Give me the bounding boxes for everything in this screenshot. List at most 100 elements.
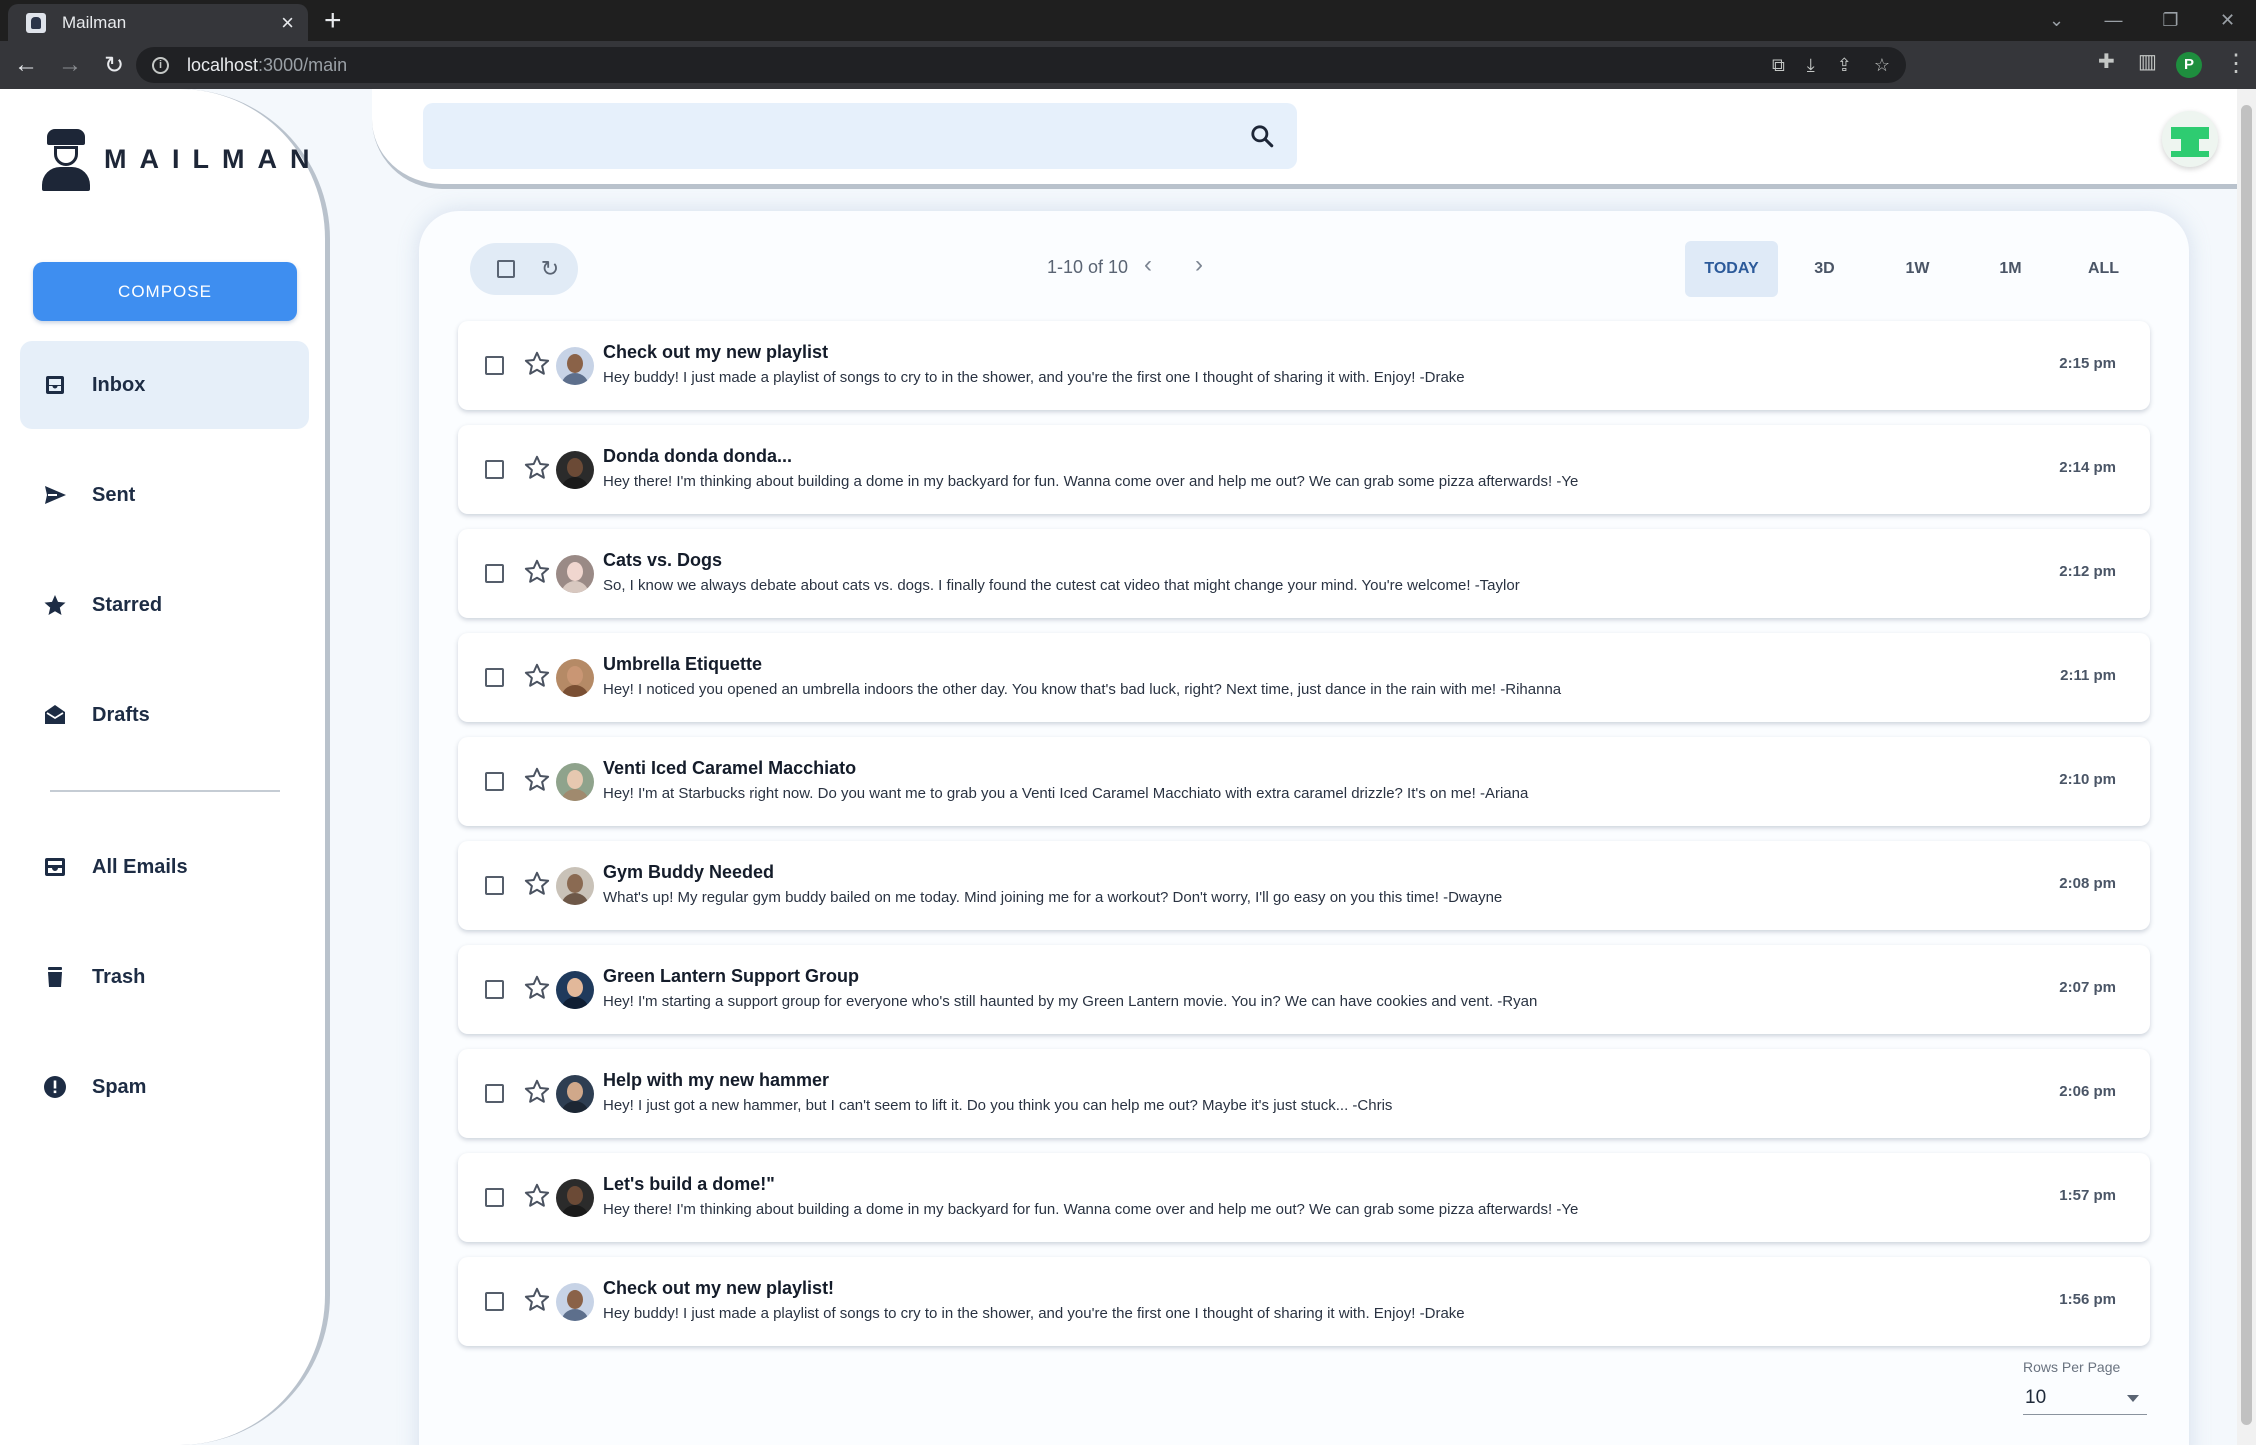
star-outline-icon[interactable]	[522, 1077, 552, 1107]
filter-3d[interactable]: 3D	[1778, 241, 1871, 297]
sidebar-item-sent[interactable]: Sent	[20, 451, 309, 539]
new-tab-icon[interactable]: +	[324, 6, 342, 36]
email-list: Check out my new playlist Hey buddy! I j…	[458, 321, 2150, 1361]
email-checkbox[interactable]	[485, 1084, 504, 1103]
profile-avatar[interactable]: P	[2176, 52, 2202, 78]
email-time: 2:14 pm	[2059, 459, 2116, 476]
email-checkbox[interactable]	[485, 356, 504, 375]
scrollbar-thumb[interactable]	[2241, 105, 2252, 1425]
url-text[interactable]: localhost:3000/main	[187, 55, 347, 76]
email-row[interactable]: Cats vs. Dogs So, I know we always debat…	[458, 529, 2150, 618]
restore-icon[interactable]: ❐	[2142, 10, 2199, 31]
tab-search-icon[interactable]: ⌄	[2028, 10, 2085, 31]
select-all-checkbox[interactable]	[497, 260, 515, 278]
email-checkbox[interactable]	[485, 980, 504, 999]
email-checkbox[interactable]	[485, 1188, 504, 1207]
url-host: localhost	[187, 54, 259, 75]
sidebar-item-all-emails[interactable]: All Emails	[20, 823, 309, 911]
email-row[interactable]: Donda donda donda... Hey there! I'm thin…	[458, 425, 2150, 514]
sidebar-item-drafts[interactable]: Drafts	[20, 671, 309, 759]
back-icon[interactable]: ←	[8, 51, 44, 79]
close-window-icon[interactable]: ✕	[2199, 10, 2256, 31]
email-checkbox[interactable]	[485, 564, 504, 583]
star-outline-icon[interactable]	[522, 1181, 552, 1211]
browser-menu-icon[interactable]: ⋮	[2224, 49, 2248, 78]
page-scrollbar[interactable]	[2237, 89, 2256, 1445]
star-outline-icon[interactable]	[522, 453, 552, 483]
tab-title: Mailman	[62, 12, 127, 32]
email-time: 2:07 pm	[2059, 979, 2116, 996]
email-row[interactable]: Umbrella Etiquette Hey! I noticed you op…	[458, 633, 2150, 722]
site-info-icon[interactable]: i	[152, 56, 169, 74]
side-panel-icon[interactable]: ▥	[2138, 49, 2157, 74]
star-outline-icon[interactable]	[522, 349, 552, 379]
address-bar[interactable]: i localhost:3000/main ⧉ ⤓ ⇪ ☆	[136, 47, 1906, 83]
email-row[interactable]: Let's build a dome!" Hey there! I'm thin…	[458, 1153, 2150, 1242]
forward-icon[interactable]: →	[52, 51, 88, 79]
sidebar-item-trash[interactable]: Trash	[20, 933, 309, 1021]
send-icon	[42, 482, 68, 508]
spam-icon	[42, 1074, 68, 1100]
close-tab-icon[interactable]: ×	[281, 11, 294, 33]
email-panel: ↻ 1-10 of 10 ‹ › TODAY 3D 1W 1M ALL Chec…	[419, 211, 2189, 1445]
email-checkbox[interactable]	[485, 460, 504, 479]
star-outline-icon[interactable]	[522, 661, 552, 691]
filter-today[interactable]: TODAY	[1685, 241, 1778, 297]
sender-avatar	[556, 555, 594, 593]
email-row[interactable]: Green Lantern Support Group Hey! I'm sta…	[458, 945, 2150, 1034]
rows-per-page-select[interactable]: 10	[2023, 1381, 2147, 1415]
rows-per-page-label: Rows Per Page	[2023, 1359, 2121, 1375]
share-icon[interactable]: ⇪	[1837, 55, 1852, 76]
email-time: 2:15 pm	[2059, 355, 2116, 372]
sidebar-item-spam[interactable]: Spam	[20, 1043, 309, 1131]
rows-per-page-value: 10	[2025, 1387, 2047, 1408]
email-row[interactable]: Venti Iced Caramel Macchiato Hey! I'm at…	[458, 737, 2150, 826]
list-actions: ↻	[470, 243, 578, 295]
reload-icon[interactable]: ↻	[96, 51, 132, 80]
open-in-app-icon[interactable]: ⧉	[1772, 55, 1785, 76]
user-avatar[interactable]	[2162, 111, 2218, 167]
previous-page-icon[interactable]: ‹	[1144, 253, 1152, 277]
email-row[interactable]: Help with my new hammer Hey! I just got …	[458, 1049, 2150, 1138]
email-subject: Help with my new hammer	[603, 1070, 830, 1090]
star-icon	[42, 592, 68, 618]
refresh-icon[interactable]: ↻	[538, 257, 562, 281]
star-outline-icon[interactable]	[522, 1285, 552, 1315]
search-input[interactable]	[423, 103, 1297, 169]
sidebar-item-starred[interactable]: Starred	[20, 561, 309, 649]
brand-name: MAILMAN	[104, 143, 323, 174]
star-outline-icon[interactable]	[522, 869, 552, 899]
browser-tab[interactable]: Mailman ×	[8, 4, 308, 41]
email-time: 1:57 pm	[2059, 1187, 2116, 1204]
star-outline-icon[interactable]	[522, 973, 552, 1003]
star-outline-icon[interactable]	[522, 765, 552, 795]
email-subject: Green Lantern Support Group	[603, 966, 860, 986]
email-checkbox[interactable]	[485, 668, 504, 687]
email-checkbox[interactable]	[485, 876, 504, 895]
install-app-icon[interactable]: ⤓	[1807, 55, 1815, 76]
email-row[interactable]: Check out my new playlist! Hey buddy! I …	[458, 1257, 2150, 1346]
sidebar-item-label: Spam	[92, 1075, 147, 1098]
email-checkbox[interactable]	[485, 772, 504, 791]
email-row[interactable]: Check out my new playlist Hey buddy! I j…	[458, 321, 2150, 410]
compose-button[interactable]: COMPOSE	[33, 262, 297, 321]
next-page-icon[interactable]: ›	[1195, 253, 1203, 277]
sender-avatar	[556, 867, 594, 905]
search-icon[interactable]	[1249, 123, 1275, 149]
sidebar-item-inbox[interactable]: Inbox	[20, 341, 309, 429]
extensions-icon[interactable]: ✚	[2098, 49, 2115, 74]
minimize-icon[interactable]: —	[2085, 10, 2142, 31]
star-outline-icon[interactable]	[522, 557, 552, 587]
bookmark-star-icon[interactable]: ☆	[1874, 55, 1890, 76]
filter-all[interactable]: ALL	[2057, 241, 2150, 297]
email-time: 2:12 pm	[2059, 563, 2116, 580]
email-time: 1:56 pm	[2059, 1291, 2116, 1308]
filter-1m[interactable]: 1M	[1964, 241, 2057, 297]
email-row[interactable]: Gym Buddy Needed What's up! My regular g…	[458, 841, 2150, 930]
email-preview: Hey buddy! I just made a playlist of son…	[603, 1305, 1465, 1322]
email-checkbox[interactable]	[485, 1292, 504, 1311]
trash-icon	[42, 964, 68, 990]
filter-1w[interactable]: 1W	[1871, 241, 1964, 297]
email-subject: Cats vs. Dogs	[603, 550, 723, 570]
drafts-icon	[42, 702, 68, 728]
